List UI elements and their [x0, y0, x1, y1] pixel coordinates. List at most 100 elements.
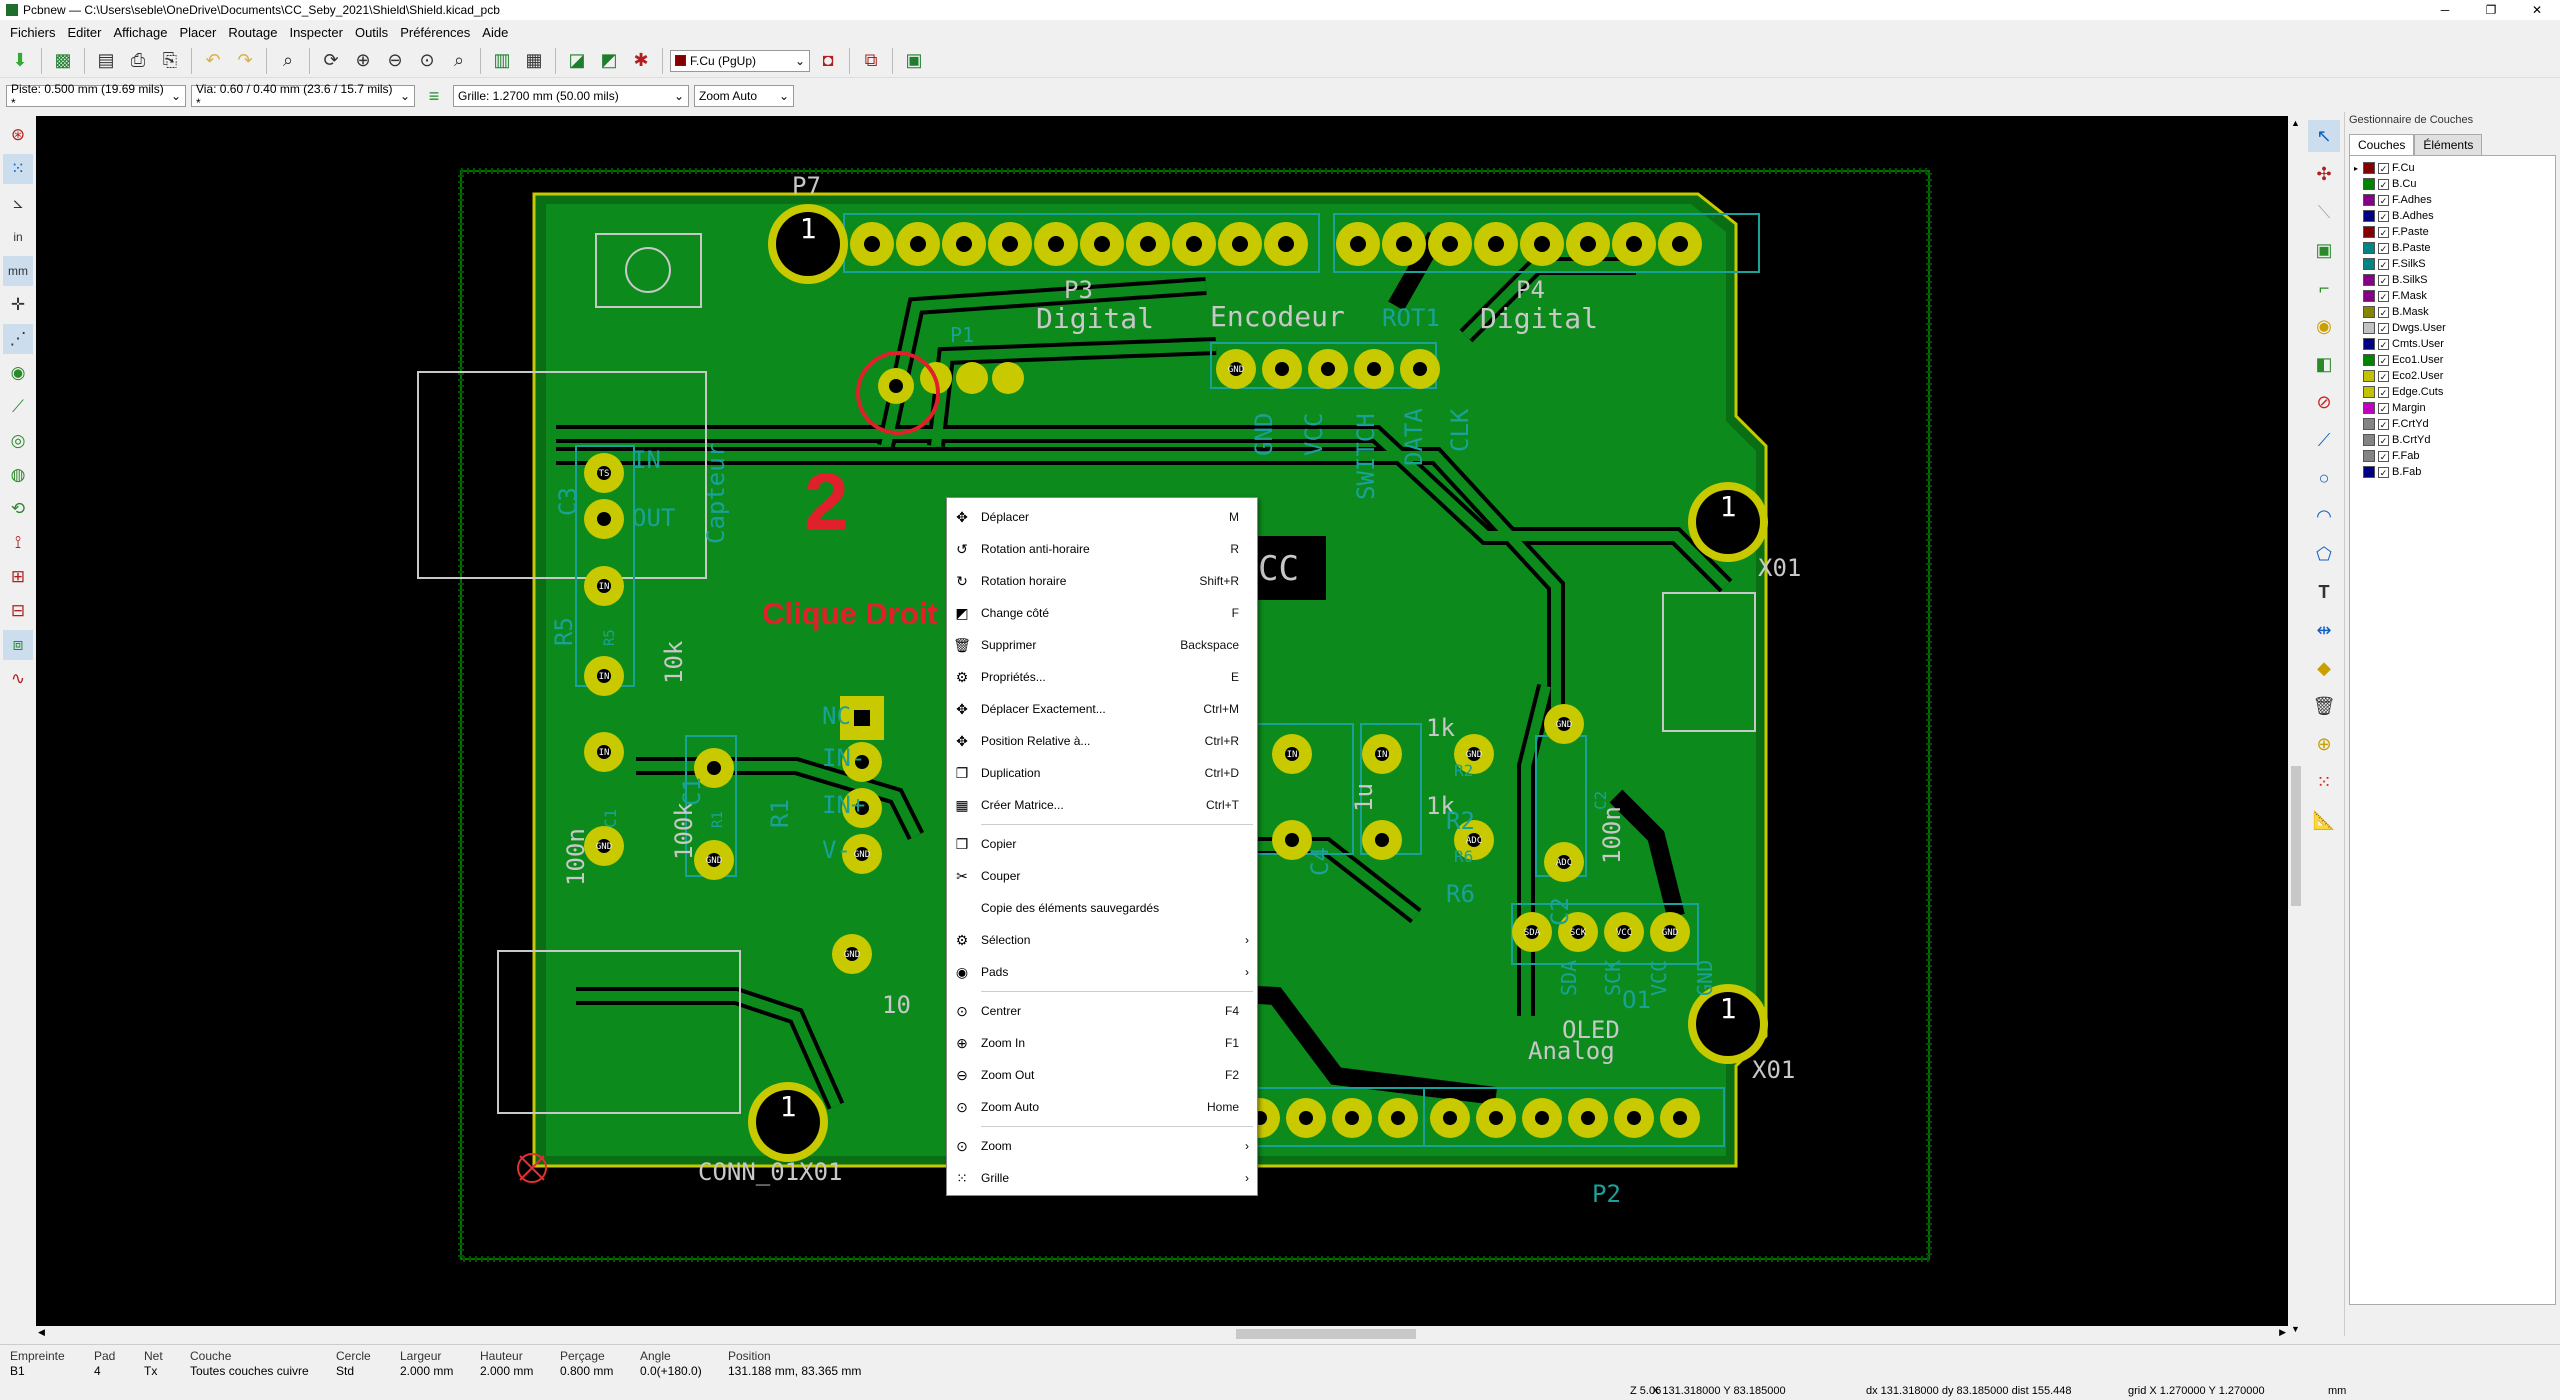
layer-row[interactable]: ✓ F.CrtYd: [2350, 416, 2555, 432]
ratsnest-icon[interactable]: ⋰: [3, 324, 33, 354]
zoom-out-icon[interactable]: ⊖: [381, 47, 409, 75]
layer-color-swatch[interactable]: [2363, 290, 2375, 302]
layer-color-swatch[interactable]: [2363, 402, 2375, 414]
menu-item-rotate-ccw[interactable]: ↺ Rotation anti-horaire R: [947, 533, 1257, 565]
menu-item-properties[interactable]: ⚙ Propriétés... E: [947, 661, 1257, 693]
layer-visibility-checkbox[interactable]: ✓: [2378, 290, 2389, 302]
redo-icon[interactable]: ↷: [231, 47, 259, 75]
scroll-left-icon[interactable]: ◀: [38, 1327, 45, 1338]
menu-item-zoom-submenu[interactable]: ⊙ Zoom ›: [947, 1130, 1257, 1162]
add-via-icon[interactable]: ◉: [2308, 310, 2340, 342]
vertical-scrollbar[interactable]: ▲ ▼: [2288, 116, 2304, 1336]
layer-row[interactable]: ▸ ✓ F.Cu: [2350, 160, 2555, 176]
menu-editer[interactable]: Editer: [62, 25, 108, 40]
scroll-down-icon[interactable]: ▼: [2291, 1324, 2300, 1334]
menu-item-center[interactable]: ⊙ Centrer F4: [947, 995, 1257, 1027]
layer-row[interactable]: ✓ Dwgs.User: [2350, 320, 2555, 336]
layer-row[interactable]: ✓ B.Fab: [2350, 464, 2555, 480]
layer-color-swatch[interactable]: [2363, 178, 2375, 190]
add-target-icon[interactable]: ◆: [2308, 652, 2340, 684]
menu-item-zoom-in[interactable]: ⊕ Zoom In F1: [947, 1027, 1257, 1059]
netlist-icon[interactable]: ◪: [563, 47, 591, 75]
local-ratsnest-icon[interactable]: ⟍: [2308, 196, 2340, 228]
add-keepout-icon[interactable]: ⊘: [2308, 386, 2340, 418]
show-vias-icon[interactable]: ◎: [3, 426, 33, 456]
layer-visibility-checkbox[interactable]: ✓: [2378, 210, 2389, 222]
layer-visibility-checkbox[interactable]: ✓: [2378, 402, 2389, 414]
layer-color-swatch[interactable]: [2363, 194, 2375, 206]
minimize-button[interactable]: ─: [2422, 0, 2468, 20]
select-tool-icon[interactable]: ↖: [2308, 120, 2340, 152]
menu-item-zoom-fit[interactable]: ⊙ Zoom Auto Home: [947, 1091, 1257, 1123]
layer-visibility-checkbox[interactable]: ✓: [2378, 274, 2389, 286]
add-arc-icon[interactable]: ◠: [2308, 500, 2340, 532]
add-polygon-icon[interactable]: ⬠: [2308, 538, 2340, 570]
drc-icon[interactable]: ✱: [627, 47, 655, 75]
menu-item-copy-saved[interactable]: Copie des éléments sauvegardés: [947, 892, 1257, 924]
horizontal-scrollbar[interactable]: ◀ ▶: [36, 1326, 2288, 1342]
python-console-icon[interactable]: ▣: [900, 47, 928, 75]
print-icon[interactable]: ⎙: [124, 47, 152, 75]
horizontal-scroll-thumb[interactable]: [1236, 1329, 1416, 1339]
footprint-editor-icon[interactable]: ▥: [488, 47, 516, 75]
layer-color-swatch[interactable]: [2363, 274, 2375, 286]
layer-visibility-checkbox[interactable]: ✓: [2378, 418, 2389, 430]
layer-color-swatch[interactable]: [2363, 210, 2375, 222]
menu-item-flip[interactable]: ◩ Change côté F: [947, 597, 1257, 629]
layer-row[interactable]: ✓ B.Paste: [2350, 240, 2555, 256]
high-contrast-icon[interactable]: ⧈: [3, 630, 33, 660]
layer-pair-icon[interactable]: ◘: [814, 47, 842, 75]
layer-color-swatch[interactable]: [2363, 306, 2375, 318]
menu-item-relative-position[interactable]: ✥ Position Relative à... Ctrl+R: [947, 725, 1257, 757]
layer-visibility-checkbox[interactable]: ✓: [2378, 450, 2389, 462]
layer-visibility-checkbox[interactable]: ✓: [2378, 322, 2389, 334]
layer-row[interactable]: ✓ Eco1.User: [2350, 352, 2555, 368]
zoom-fit-icon[interactable]: ⊙: [413, 47, 441, 75]
layer-visibility-checkbox[interactable]: ✓: [2378, 466, 2389, 478]
layer-color-swatch[interactable]: [2363, 386, 2375, 398]
menu-item-pads[interactable]: ◉ Pads ›: [947, 956, 1257, 988]
show-zones-icon[interactable]: ◍: [3, 460, 33, 490]
layer-visibility-checkbox[interactable]: ✓: [2378, 338, 2389, 350]
menu-item-duplicate[interactable]: ❐ Duplication Ctrl+D: [947, 757, 1257, 789]
layer-color-swatch[interactable]: [2363, 242, 2375, 254]
layer-color-swatch[interactable]: [2363, 226, 2375, 238]
vertical-scroll-thumb[interactable]: [2291, 766, 2301, 906]
zoom-selection-icon[interactable]: ⌕: [445, 47, 473, 75]
scroll-right-icon[interactable]: ▶: [2279, 1327, 2286, 1338]
route-track-icon[interactable]: ⌐: [2308, 272, 2340, 304]
track-width-select[interactable]: Piste: 0.500 mm (19.69 mils) * ⌄: [6, 82, 186, 110]
layer-color-swatch[interactable]: [2363, 258, 2375, 270]
layer-color-swatch[interactable]: [2363, 322, 2375, 334]
mm-units-icon[interactable]: mm: [3, 256, 33, 286]
menu-affichage[interactable]: Affichage: [107, 25, 173, 40]
plot-icon[interactable]: ⎘: [156, 47, 184, 75]
zoom-select[interactable]: Zoom Auto ⌄: [694, 85, 794, 107]
layer-color-swatch[interactable]: [2363, 434, 2375, 446]
menu-item-cut[interactable]: ✂ Couper: [947, 860, 1257, 892]
auto-track-width-icon[interactable]: ≡: [420, 82, 448, 110]
layer-color-swatch[interactable]: [2363, 466, 2375, 478]
layer-row[interactable]: ✓ Eco2.User: [2350, 368, 2555, 384]
inch-units-icon[interactable]: in: [3, 222, 33, 252]
layer-row[interactable]: ✓ F.SilkS: [2350, 256, 2555, 272]
find-icon[interactable]: ⌕: [274, 47, 302, 75]
layer-visibility-checkbox[interactable]: ✓: [2378, 162, 2389, 174]
zoom-in-icon[interactable]: ⊕: [349, 47, 377, 75]
highlight-net-icon[interactable]: ✣: [2308, 158, 2340, 190]
layer-select[interactable]: F.Cu (PgUp) ⌄: [670, 49, 810, 72]
scroll-up-icon[interactable]: ▲: [2291, 118, 2300, 128]
menu-outils[interactable]: Outils: [349, 25, 394, 40]
layer-color-swatch[interactable]: [2363, 370, 2375, 382]
show-pads-icon[interactable]: ◉: [3, 358, 33, 388]
layer-row[interactable]: ✓ Margin: [2350, 400, 2555, 416]
layer-color-swatch[interactable]: [2363, 418, 2375, 430]
layer-visibility-checkbox[interactable]: ✓: [2378, 354, 2389, 366]
layer-row[interactable]: ✓ B.Adhes: [2350, 208, 2555, 224]
layer-visibility-checkbox[interactable]: ✓: [2378, 226, 2389, 238]
layer-row[interactable]: ✓ B.Cu: [2350, 176, 2555, 192]
measure-tool-icon[interactable]: 📐: [2308, 804, 2340, 836]
zone-outline-icon[interactable]: ⟲: [3, 494, 33, 524]
layer-row[interactable]: ✓ B.Mask: [2350, 304, 2555, 320]
pcb-canvas[interactable]: 1 1 1 1 GND TS IN IN IN GND GND GND IN IN GND ADC GND AD…: [36, 116, 2288, 1336]
